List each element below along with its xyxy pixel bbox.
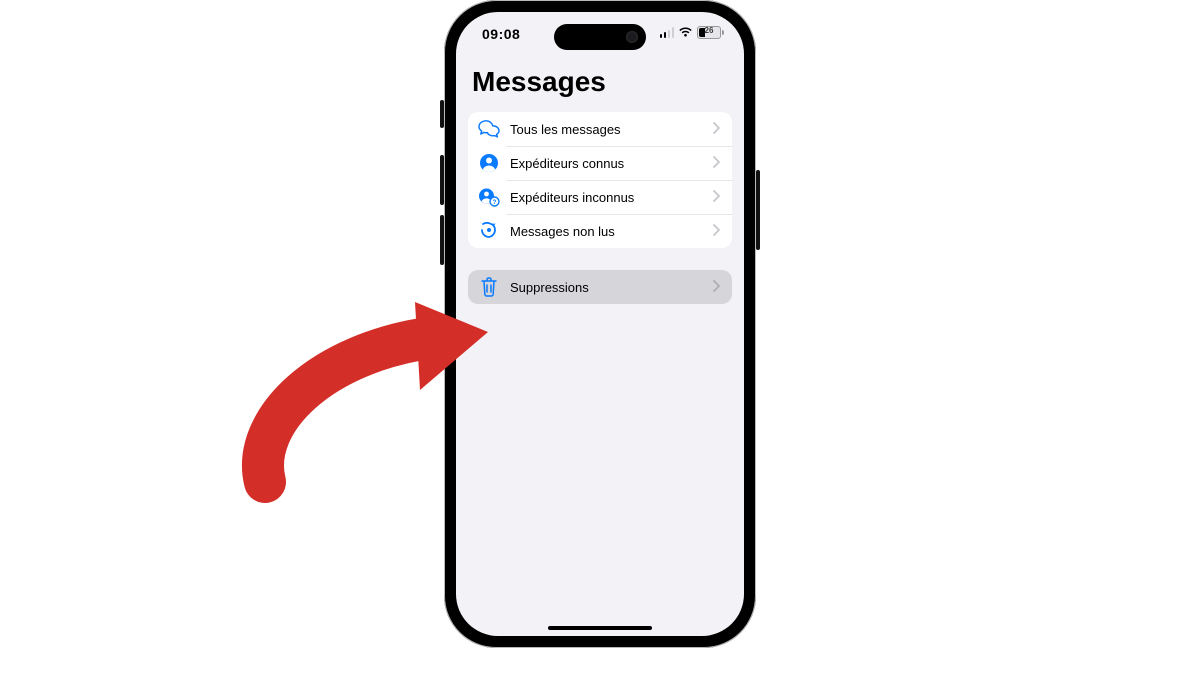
volume-up-button (440, 155, 444, 205)
mute-switch (440, 100, 444, 128)
chat-bubbles-icon (478, 118, 500, 140)
filter-label: Messages non lus (510, 224, 713, 239)
battery-icon: 26 (697, 26, 724, 39)
deleted-row[interactable]: Suppressions (468, 270, 732, 304)
filter-label: Expéditeurs connus (510, 156, 713, 171)
front-camera (626, 31, 638, 43)
filter-row-unknown[interactable]: ? Expéditeurs inconnus (468, 180, 732, 214)
filters-group: Tous les messages Expéditeurs connus (468, 112, 732, 248)
phone-screen: 09:08 26 (456, 12, 744, 636)
power-button (756, 170, 760, 250)
trash-icon (478, 276, 500, 298)
cellular-signal-icon (660, 27, 675, 38)
status-time: 09:08 (482, 26, 520, 42)
chevron-right-icon (713, 156, 720, 171)
filter-row-known[interactable]: Expéditeurs connus (468, 146, 732, 180)
svg-text:?: ? (493, 199, 497, 206)
chevron-right-icon (713, 224, 720, 239)
battery-percent: 26 (698, 26, 720, 35)
person-circle-icon (478, 152, 500, 174)
chevron-right-icon (713, 122, 720, 137)
chevron-right-icon (713, 190, 720, 205)
wifi-icon (678, 27, 693, 38)
phone-frame: 09:08 26 (444, 0, 756, 648)
dynamic-island (554, 24, 646, 50)
filter-label: Tous les messages (510, 122, 713, 137)
filter-label: Expéditeurs inconnus (510, 190, 713, 205)
home-indicator[interactable] (548, 626, 652, 630)
status-right-cluster: 26 (660, 26, 725, 39)
refresh-bubble-icon (478, 220, 500, 242)
filter-row-all[interactable]: Tous les messages (468, 112, 732, 146)
person-unknown-icon: ? (478, 186, 500, 208)
volume-down-button (440, 215, 444, 265)
page-title: Messages (472, 66, 728, 98)
filter-row-unread[interactable]: Messages non lus (468, 214, 732, 248)
chevron-right-icon (713, 280, 720, 295)
deleted-label: Suppressions (510, 280, 713, 295)
deleted-group: Suppressions (468, 270, 732, 304)
